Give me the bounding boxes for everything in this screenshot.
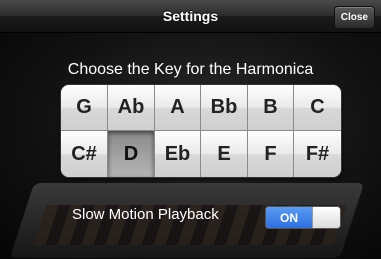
toggle-on-label: ON: [266, 207, 312, 228]
key-button-a[interactable]: A: [155, 85, 201, 131]
key-selection-heading: Choose the Key for the Harmonica: [67, 61, 314, 78]
key-button-f-sharp[interactable]: F#: [294, 131, 341, 177]
key-button-f[interactable]: F: [248, 131, 294, 177]
key-button-c-sharp[interactable]: C#: [61, 131, 108, 177]
page-title: Settings: [162, 8, 219, 24]
key-button-bb[interactable]: Bb: [201, 85, 248, 131]
key-button-eb[interactable]: Eb: [155, 131, 201, 177]
key-button-ab[interactable]: Ab: [108, 85, 155, 131]
key-selector-grid: G Ab A Bb B C C# D Eb E F F#: [60, 84, 342, 178]
key-button-d[interactable]: D: [108, 131, 155, 177]
key-button-g[interactable]: G: [61, 85, 108, 131]
slow-motion-toggle[interactable]: ON: [265, 206, 341, 229]
close-button[interactable]: Close: [333, 6, 375, 29]
toggle-knob[interactable]: [312, 207, 340, 228]
key-button-b[interactable]: B: [248, 85, 294, 131]
key-button-c[interactable]: C: [294, 85, 341, 131]
slow-motion-label: Slow Motion Playback: [72, 206, 219, 223]
key-button-e[interactable]: E: [201, 131, 248, 177]
navigation-bar: Settings Close: [0, 0, 381, 33]
